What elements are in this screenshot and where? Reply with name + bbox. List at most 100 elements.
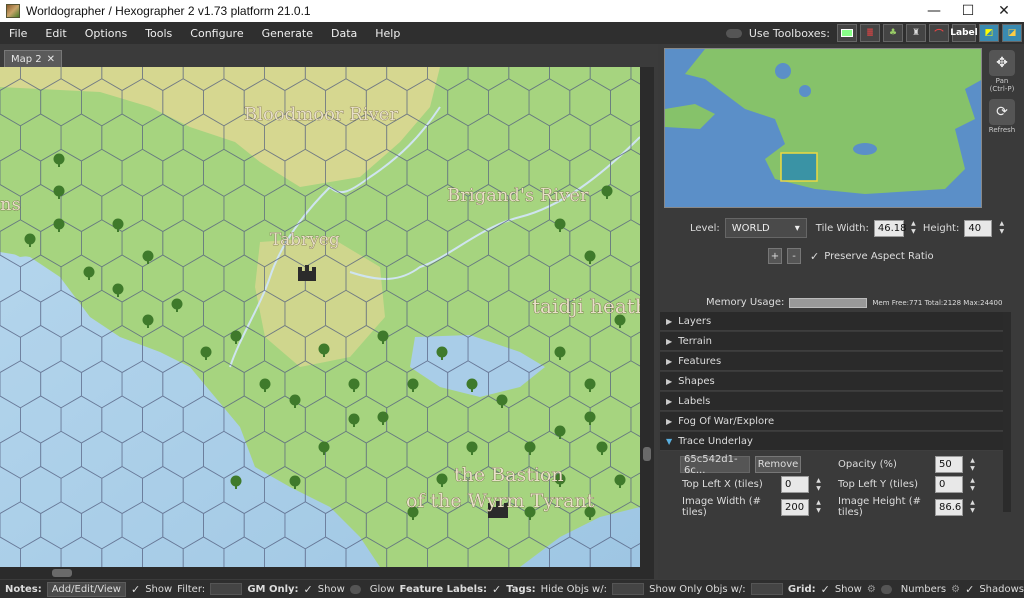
image-height-input[interactable]: 86.6 [935,498,963,516]
label-bloodmoor-river[interactable]: Bloodmoor River [244,104,399,126]
hide-objs-input[interactable] [611,583,645,595]
numbers-toggle[interactable] [880,584,892,594]
level-select[interactable]: WORLD ▾ [724,218,807,238]
zoom-plus-button[interactable]: + [768,248,782,264]
castle-tabryeg-icon[interactable] [298,265,316,281]
forest-trunk [441,483,443,487]
panel-scrollbar[interactable] [1003,312,1011,512]
map-horizontal-scrollbar[interactable] [0,567,654,579]
section-fog-of-war-label: Fog Of War/Explore [678,415,775,427]
preserve-aspect-checkbox[interactable]: ✓ [810,250,819,263]
opacity-input[interactable]: 50 [935,456,963,473]
section-layers[interactable]: ▶ Layers [660,312,1003,331]
show-only-objs-input[interactable] [750,583,783,595]
top-left-y-input[interactable]: 0 [935,476,963,493]
tab-map-2[interactable]: Map 2 ✕ [4,50,63,67]
pan-label: Pan [995,77,1009,85]
label-brigands-river[interactable]: Brigand's River [447,185,590,207]
opacity-stepper[interactable]: ▲ ▼ [968,456,977,473]
fog-toolbox-icon[interactable]: ◩ [979,24,999,42]
forest-tree-icon [53,153,65,165]
trace-toolbox-icon[interactable]: ◪ [1002,24,1022,42]
overview-minimap[interactable] [664,48,982,208]
glow-toggle[interactable] [349,584,361,594]
label-the-bastion[interactable]: the Bastion [454,464,564,487]
menu-tools[interactable]: Tools [136,27,181,40]
section-trace-underlay[interactable]: ▼ Trace Underlay [660,432,1003,451]
forest-tree-icon [554,425,566,437]
tile-width-input[interactable]: 46.18 [873,219,907,237]
forest-trunk [619,324,621,328]
terrain-toolbox-icon[interactable] [837,24,857,42]
label-ns[interactable]: ns [0,194,21,216]
tile-width-stepper[interactable]: ▲ ▼ [909,220,918,237]
top-left-x-input[interactable]: 0 [781,476,809,493]
top-left-x-stepper[interactable]: ▲ ▼ [814,476,823,493]
top-left-y-stepper[interactable]: ▲ ▼ [968,476,977,493]
tree-toolbox-icon[interactable]: ♣ [883,24,903,42]
height-stepper[interactable]: ▲ ▼ [997,220,1006,237]
filter-label: Filter: [177,583,206,595]
shadows-checkbox[interactable]: ✓ [965,583,974,596]
forest-trunk [235,340,237,344]
forest-trunk [601,451,603,455]
forest-tree-icon [496,394,508,406]
menu-configure[interactable]: Configure [181,27,252,40]
map-vertical-scrollbar[interactable] [640,67,654,567]
section-fog-of-war[interactable]: ▶ Fog Of War/Explore [660,412,1003,431]
label-of-the-wyrm-tyrant[interactable]: of the Wyrm Tyrant [406,490,595,513]
section-shapes[interactable]: ▶ Shapes [660,372,1003,391]
refresh-button[interactable]: ⟳ [989,99,1015,125]
use-toolboxes-toggle[interactable] [725,28,742,38]
shape-toolbox-icon[interactable]: ⌒ [929,24,949,42]
feature-labels-checkbox[interactable]: ✓ [492,583,501,596]
numbers-settings-gear-icon[interactable]: ⚙ [951,584,960,595]
height-input[interactable]: 40 [964,219,993,237]
grid-show-checkbox[interactable]: ✓ [821,583,830,596]
forest-trunk [412,388,414,392]
stripes-toolbox-icon[interactable]: ≣ [860,24,880,42]
menu-options[interactable]: Options [76,27,136,40]
map-vertical-scroll-thumb[interactable] [643,447,651,461]
forest-tree-icon [596,441,608,453]
section-labels[interactable]: ▶ Labels [660,392,1003,411]
close-tab-icon[interactable]: ✕ [47,54,55,65]
forest-trunk [606,195,608,199]
tower-toolbox-icon[interactable]: ♜ [906,24,926,42]
image-width-input[interactable]: 200 [781,498,809,516]
menu-edit[interactable]: Edit [36,27,75,40]
forest-tree-icon [584,378,596,390]
image-width-stepper[interactable]: ▲ ▼ [814,499,823,516]
forest-trunk [323,353,325,357]
section-terrain[interactable]: ▶ Terrain [660,332,1003,351]
map-horizontal-scroll-thumb[interactable] [52,569,72,577]
forest-trunk [264,388,266,392]
filter-input[interactable] [210,583,243,595]
grid-settings-gear-icon[interactable]: ⚙ [867,584,876,595]
label-tabryeg[interactable]: Tabryeg [270,230,340,251]
section-features[interactable]: ▶ Features [660,352,1003,371]
menu-help[interactable]: Help [366,27,409,40]
hex-map[interactable]: Bloodmoor River Brigand's River Tabryeg … [0,67,640,567]
maximize-button[interactable]: ☐ [950,0,986,22]
image-width-label: Image Width (# tiles) [682,496,762,518]
close-window-button[interactable]: ✕ [986,0,1022,22]
menu-file[interactable]: File [0,27,36,40]
expand-triangle-icon: ▶ [666,396,673,406]
zoom-minus-button[interactable]: - [787,248,801,264]
pan-tool-button[interactable]: ✥ [989,50,1015,76]
remove-underlay-button[interactable]: Remove [755,456,801,473]
trace-underlay-panel: 65c542d1-6c... Remove Opacity (%) 50 ▲ ▼ … [660,452,1003,518]
section-layers-label: Layers [678,315,712,327]
image-height-stepper[interactable]: ▲ ▼ [968,499,977,516]
menu-data[interactable]: Data [322,27,366,40]
menu-generate[interactable]: Generate [253,27,322,40]
notes-show-checkbox[interactable]: ✓ [131,583,140,596]
label-taidji-heath[interactable]: taidji heath [532,294,640,319]
gm-show-checkbox[interactable]: ✓ [304,583,313,596]
label-toolbox-icon[interactable]: Label [950,24,978,42]
minimap-view-rectangle [780,152,818,182]
minimize-button[interactable]: — [916,0,952,22]
notes-add-edit-view-button[interactable]: Add/Edit/View [46,581,126,597]
map-canvas[interactable]: Bloodmoor River Brigand's River Tabryeg … [0,67,640,567]
